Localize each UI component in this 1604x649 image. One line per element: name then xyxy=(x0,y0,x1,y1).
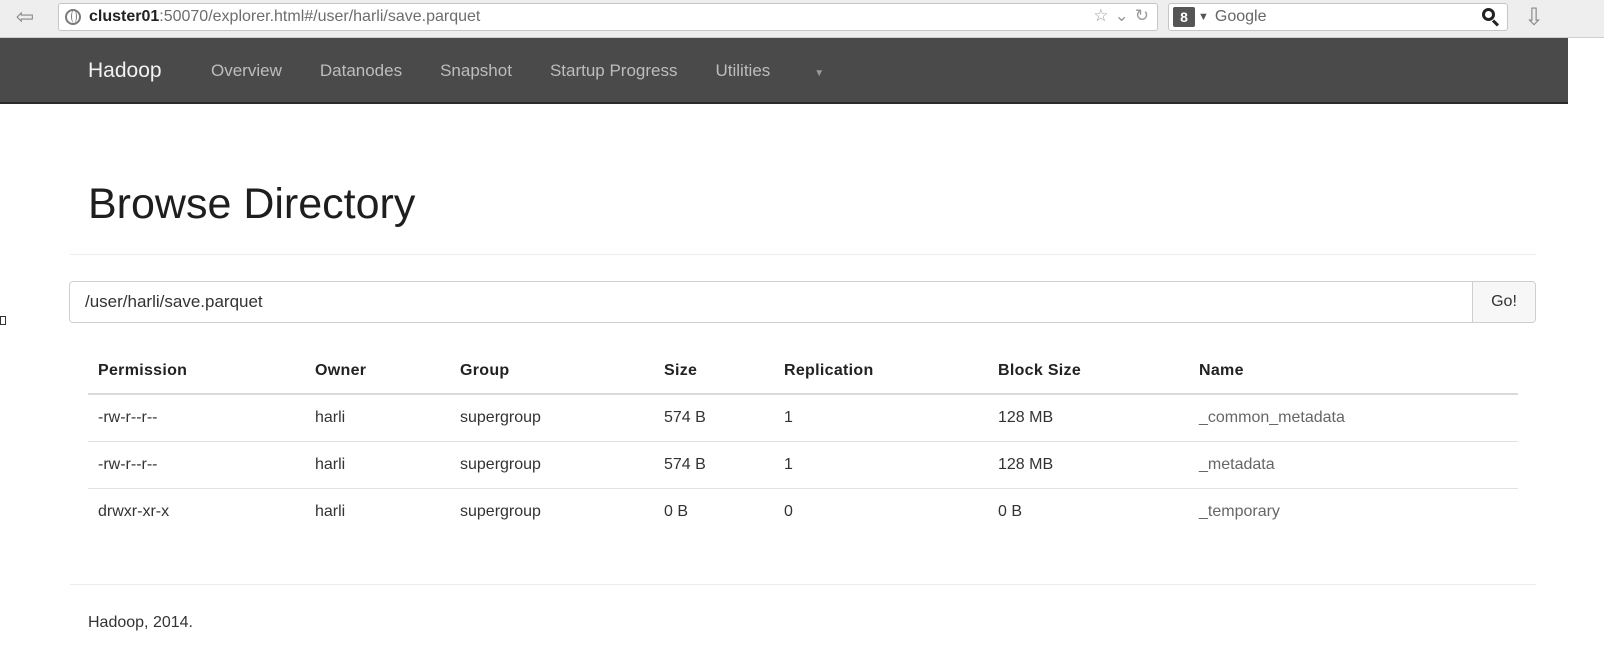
table-header-row: Permission Owner Group Size Replication … xyxy=(88,348,1518,395)
search-engine-icon[interactable]: 8 xyxy=(1173,7,1195,27)
address-bar[interactable]: cluster01:50070/explorer.html#/user/harl… xyxy=(58,3,1158,31)
navbar: Hadoop Overview Datanodes Snapshot Start… xyxy=(0,38,1568,104)
brand-link[interactable]: Hadoop xyxy=(88,59,162,83)
cell-owner: harli xyxy=(315,502,346,520)
cell-size: 0 B xyxy=(664,502,689,520)
title-divider xyxy=(70,254,1536,255)
nav-item-utilities-label: Utilities xyxy=(715,61,771,80)
url-host: cluster01 xyxy=(89,8,160,25)
browser-toolbar: ⇦ cluster01:50070/explorer.html#/user/ha… xyxy=(0,0,1604,38)
nav-item-utilities[interactable]: Utilities ▼ xyxy=(716,61,863,81)
globe-icon xyxy=(65,9,81,25)
reload-icon[interactable]: ↻ xyxy=(1135,6,1149,26)
search-icon[interactable] xyxy=(1481,7,1501,27)
dropdown-chevron-icon[interactable]: ⌄ xyxy=(1115,6,1129,26)
page-edge-marker xyxy=(0,316,6,325)
cell-permission: -rw-r--r-- xyxy=(88,441,305,489)
nav-menu: Overview Datanodes Snapshot Startup Prog… xyxy=(211,61,900,81)
nav-item-snapshot[interactable]: Snapshot xyxy=(440,61,512,81)
cell-replication: 1 xyxy=(774,394,988,442)
directory-link[interactable]: _temporary xyxy=(1199,503,1280,520)
path-input[interactable] xyxy=(70,282,1472,322)
cell-size: 574 B xyxy=(654,394,774,442)
cell-size: 574 B xyxy=(654,441,774,489)
column-header-block-size[interactable]: Block Size xyxy=(988,348,1189,395)
back-arrow-icon[interactable]: ⇦ xyxy=(6,4,44,30)
chevron-down-icon[interactable]: ▼ xyxy=(1198,11,1209,23)
table-row: -rw-r--r-- harli supergroup 574 B 1 128 … xyxy=(88,394,1518,442)
url-path: :50070/explorer.html#/user/harli/save.pa… xyxy=(159,8,481,25)
cell-group: supergroup xyxy=(450,394,654,442)
cell-group: supergroup xyxy=(460,502,541,520)
cell-block-size: 128 MB xyxy=(988,441,1189,489)
cell-block-size: 0 B xyxy=(998,502,1023,520)
caret-down-icon: ▼ xyxy=(814,68,825,79)
bookmark-star-icon[interactable]: ☆ xyxy=(1093,6,1108,26)
file-link[interactable]: _common_metadata xyxy=(1199,409,1345,426)
path-form: Go! xyxy=(69,281,1536,323)
cell-replication: 1 xyxy=(774,441,988,489)
column-header-size[interactable]: Size xyxy=(654,348,774,395)
go-button[interactable]: Go! xyxy=(1472,282,1535,322)
nav-item-overview[interactable]: Overview xyxy=(211,61,282,81)
cell-permission: drwxr-xr-x xyxy=(98,502,170,520)
file-link[interactable]: _metadata xyxy=(1199,456,1275,473)
cell-permission: -rw-r--r-- xyxy=(88,394,305,442)
cell-replication: 0 xyxy=(784,502,793,520)
column-header-group[interactable]: Group xyxy=(450,348,654,395)
footer-text: Hadoop, 2014. xyxy=(88,614,193,631)
footer-divider xyxy=(70,584,1536,585)
column-header-permission[interactable]: Permission xyxy=(88,348,305,395)
cell-block-size: 128 MB xyxy=(988,394,1189,442)
cell-group: supergroup xyxy=(450,441,654,489)
page-title: Browse Directory xyxy=(88,180,416,228)
nav-item-datanodes[interactable]: Datanodes xyxy=(320,61,402,81)
search-bar[interactable]: 8 ▼ Google xyxy=(1168,3,1508,31)
table-row: drwxr-xr-x harli supergroup 0 B 0 0 B _t… xyxy=(88,488,1518,535)
column-header-owner[interactable]: Owner xyxy=(305,348,450,395)
cell-owner: harli xyxy=(305,441,450,489)
table-row: -rw-r--r-- harli supergroup 574 B 1 128 … xyxy=(88,441,1518,489)
search-placeholder: Google xyxy=(1214,8,1267,25)
cell-owner: harli xyxy=(305,394,450,442)
download-arrow-icon[interactable]: ⇩ xyxy=(1520,3,1548,31)
nav-item-startup-progress[interactable]: Startup Progress xyxy=(550,61,678,81)
column-header-name[interactable]: Name xyxy=(1189,348,1518,395)
directory-table: Permission Owner Group Size Replication … xyxy=(88,348,1518,535)
column-header-replication[interactable]: Replication xyxy=(774,348,988,395)
